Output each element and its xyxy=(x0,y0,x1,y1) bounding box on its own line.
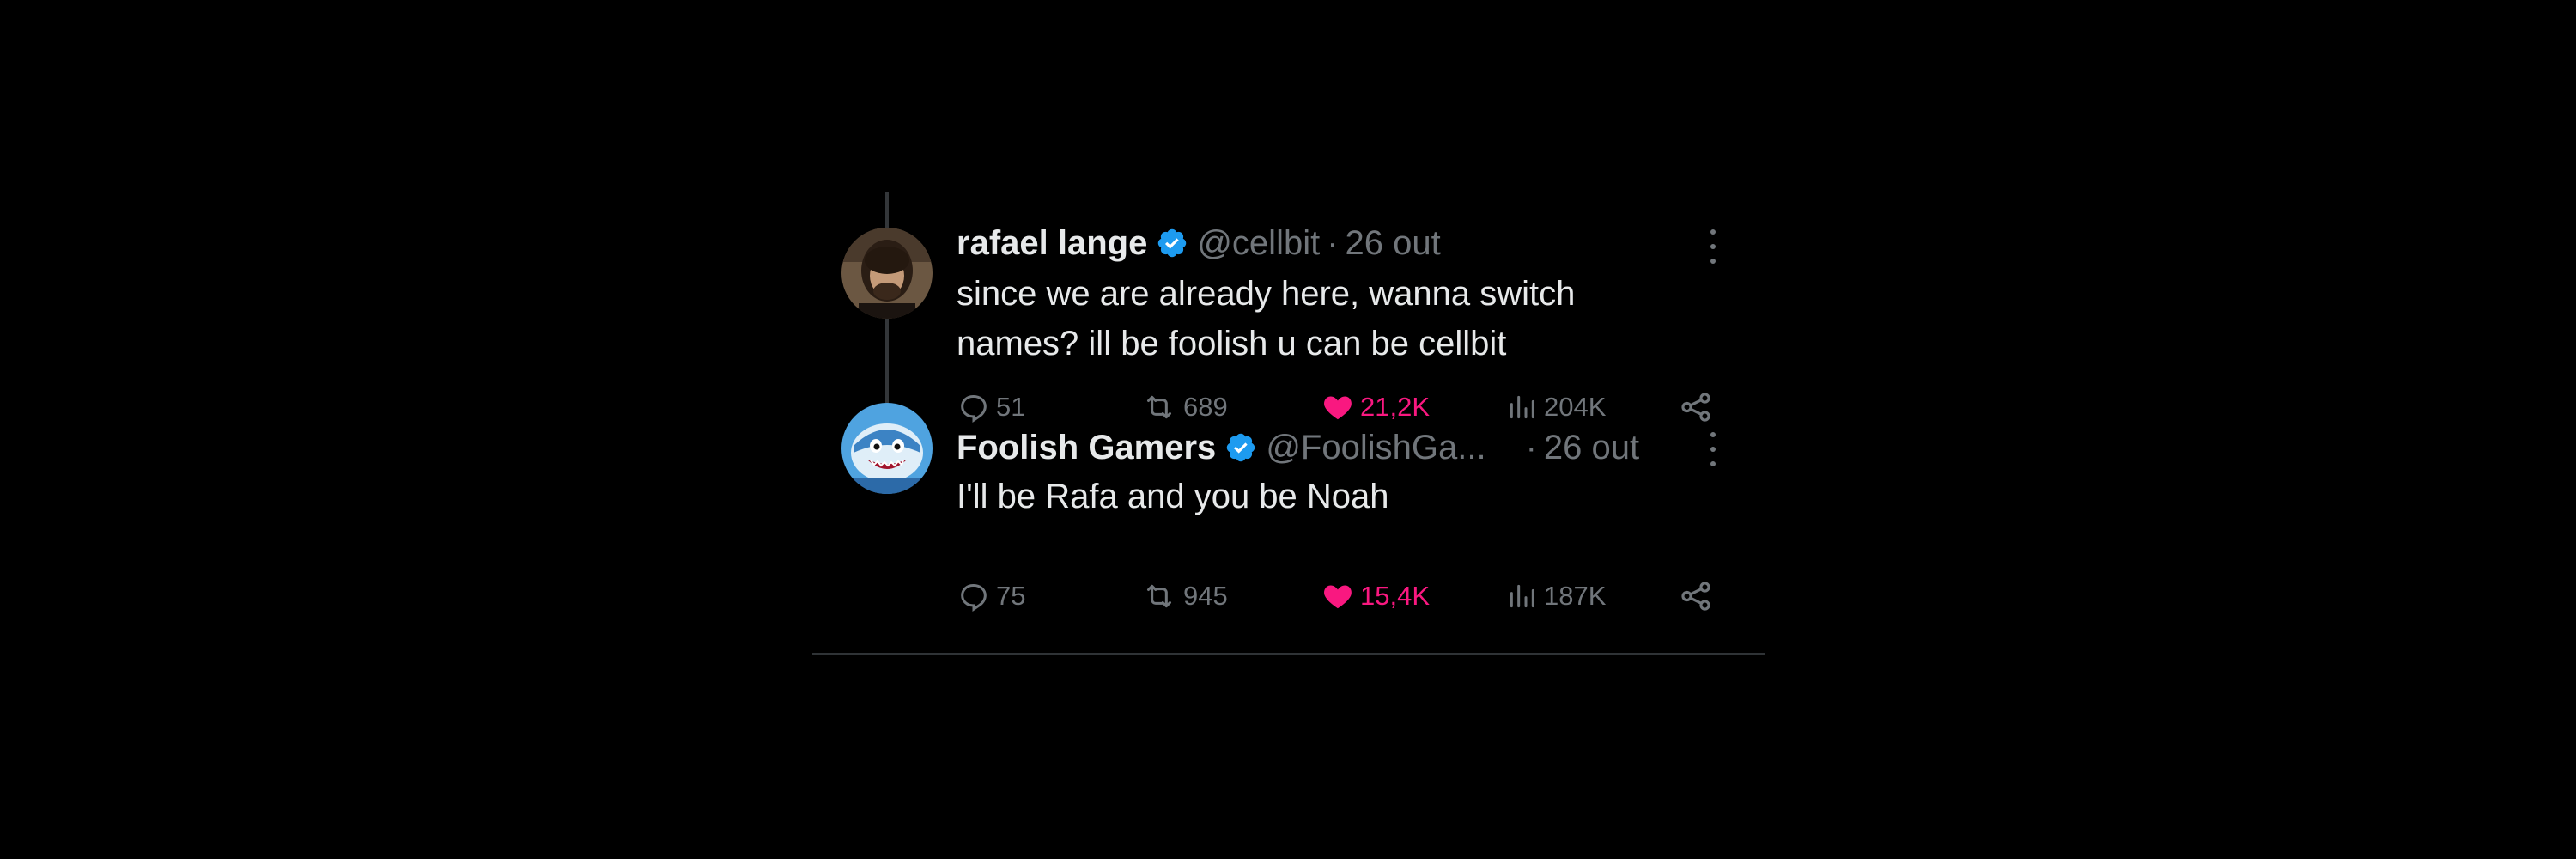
avatar-image xyxy=(841,403,933,494)
views-button[interactable]: 187K xyxy=(1504,575,1606,618)
tweet-text-line: since we are already here, wanna switch xyxy=(957,275,1576,313)
reply-button[interactable]: 75 xyxy=(957,575,1025,618)
tweet-text-line: I'll be Rafa and you be Noah xyxy=(957,478,1389,515)
reply-button[interactable]: 51 xyxy=(957,386,1025,429)
avatar-image xyxy=(841,228,933,319)
retweet-button[interactable]: 945 xyxy=(1140,575,1228,618)
tweet-date[interactable]: 26 out xyxy=(1346,224,1441,263)
tweet-header: Foolish Gamers @FoolishGa... · 26 out xyxy=(957,425,1639,470)
separator-dot: · xyxy=(1327,223,1339,262)
like-count: 15,4K xyxy=(1360,581,1431,611)
tweet-text-line: names? ill be foolish u can be cellbit xyxy=(957,325,1507,362)
author-handle[interactable]: @cellbit xyxy=(1197,224,1320,263)
more-options-icon[interactable] xyxy=(1707,229,1719,264)
views-count: 204K xyxy=(1544,392,1607,422)
tweet-text: I'll be Rafa and you be Noah xyxy=(957,472,1661,521)
retweet-button[interactable]: 689 xyxy=(1140,386,1228,429)
like-button[interactable]: 21,2K xyxy=(1321,386,1430,429)
separator-dot: · xyxy=(1525,428,1537,466)
heart-icon xyxy=(1324,396,1352,420)
tweet[interactable]: Foolish Gamers @FoolishGa... · 26 out I'l… xyxy=(812,403,1765,647)
author-name[interactable]: rafael lange xyxy=(957,224,1147,263)
like-button[interactable]: 15,4K xyxy=(1321,575,1430,618)
tweet-date[interactable]: 26 out xyxy=(1544,429,1639,466)
avatar[interactable] xyxy=(841,403,933,494)
views-icon xyxy=(1510,584,1534,608)
verified-badge-icon xyxy=(1158,228,1187,258)
tweet-actions: 51 689 21,2K 204K xyxy=(957,386,1712,429)
views-button[interactable]: 204K xyxy=(1504,386,1606,429)
share-button[interactable] xyxy=(1678,575,1714,618)
tweet-actions: 75 945 15,4K 187K xyxy=(957,575,1712,618)
retweet-count: 945 xyxy=(1183,581,1228,611)
tweet-thread: rafael lange @cellbit · 26 out since we … xyxy=(812,192,1765,655)
like-count: 21,2K xyxy=(1360,392,1431,422)
tweet-header: rafael lange @cellbit · 26 out xyxy=(957,221,1441,265)
share-button[interactable] xyxy=(1678,386,1714,429)
retweet-count: 689 xyxy=(1183,392,1228,422)
avatar[interactable] xyxy=(841,228,933,319)
heart-icon xyxy=(1324,585,1352,609)
reply-count: 51 xyxy=(996,392,1026,422)
reply-count: 75 xyxy=(996,581,1026,611)
share-icon xyxy=(1681,582,1710,611)
tweet-text: since we are already here, wanna switch … xyxy=(957,269,1661,369)
divider xyxy=(812,653,1765,655)
verified-badge-icon xyxy=(1227,433,1255,462)
share-icon xyxy=(1681,393,1710,422)
views-icon xyxy=(1510,395,1534,419)
author-handle[interactable]: @FoolishGa... xyxy=(1266,429,1485,467)
more-options-icon[interactable] xyxy=(1707,432,1719,466)
tweet[interactable]: rafael lange @cellbit · 26 out since we … xyxy=(812,192,1765,458)
views-count: 187K xyxy=(1544,581,1607,611)
author-name[interactable]: Foolish Gamers xyxy=(957,429,1216,467)
retweet-icon xyxy=(1147,584,1171,608)
reply-icon xyxy=(961,584,987,612)
reply-icon xyxy=(961,395,987,423)
retweet-icon xyxy=(1147,395,1171,419)
